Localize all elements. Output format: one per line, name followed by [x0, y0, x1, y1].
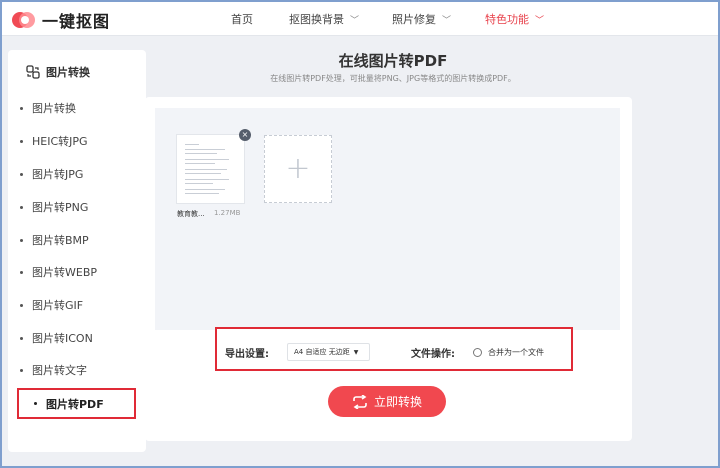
- sidebar-item-to-jpg[interactable]: 图片转JPG: [20, 165, 83, 183]
- convert-button[interactable]: 立即转换: [328, 386, 446, 417]
- file-operation-label: 文件操作:: [411, 349, 455, 360]
- sidebar-item-image-convert[interactable]: 图片转换: [20, 99, 76, 117]
- sidebar-item-to-icon[interactable]: 图片转ICON: [20, 329, 93, 347]
- logo[interactable]: 一键抠图: [12, 8, 110, 32]
- sidebar-item-heic-jpg[interactable]: HEIC转JPG: [20, 132, 88, 150]
- file-name: 教育教...: [177, 210, 205, 218]
- add-file-button[interactable]: +: [264, 135, 332, 203]
- dropdown-arrow-icon: ▼: [353, 348, 359, 356]
- export-settings-label: 导出设置:: [225, 349, 269, 360]
- logo-text: 一键抠图: [42, 12, 111, 31]
- nav-item-home[interactable]: 首页: [231, 2, 253, 36]
- sidebar-item-to-gif[interactable]: 图片转GIF: [20, 296, 83, 314]
- top-navbar: 一键抠图 首页 抠图换背景 ﹀ 照片修复 ﹀ 特色功能 ﹀: [2, 2, 718, 36]
- file-thumbnail[interactable]: [176, 134, 245, 204]
- export-settings-select[interactable]: A4 自适应 无边距 ▼: [287, 343, 370, 361]
- nav-item-features[interactable]: 特色功能 ﹀: [485, 2, 544, 36]
- convert-icon: [353, 394, 367, 409]
- sidebar-item-to-text[interactable]: 图片转文字: [20, 361, 87, 379]
- image-convert-icon: [26, 65, 40, 79]
- nav-item-photo-repair[interactable]: 照片修复 ﹀: [392, 2, 451, 36]
- plus-icon: +: [285, 151, 311, 186]
- close-icon[interactable]: ×: [239, 129, 251, 141]
- sidebar-item-to-pdf[interactable]: 图片转PDF: [17, 388, 136, 419]
- chevron-down-icon: ﹀: [535, 15, 545, 26]
- merge-option-label[interactable]: 合并为一个文件: [488, 347, 544, 358]
- sidebar-item-to-webp[interactable]: 图片转WEBP: [20, 263, 97, 281]
- sidebar-item-to-bmp[interactable]: 图片转BMP: [20, 231, 89, 249]
- chevron-down-icon: ﹀: [350, 15, 360, 26]
- merge-radio[interactable]: [473, 348, 482, 357]
- page-subtitle: 在线图片转PDF处理，可批量将PNG、JPG等格式的图片转换成PDF。: [270, 74, 516, 83]
- sidebar-heading: 图片转换: [26, 64, 90, 80]
- chevron-down-icon: ﹀: [442, 15, 452, 26]
- page-title: 在线图片转PDF: [338, 52, 448, 70]
- nav-item-cutout[interactable]: 抠图换背景 ﹀: [289, 2, 359, 36]
- logo-icon: [12, 10, 36, 30]
- sidebar-item-to-png[interactable]: 图片转PNG: [20, 198, 88, 216]
- file-size: 1.27MB: [214, 209, 241, 217]
